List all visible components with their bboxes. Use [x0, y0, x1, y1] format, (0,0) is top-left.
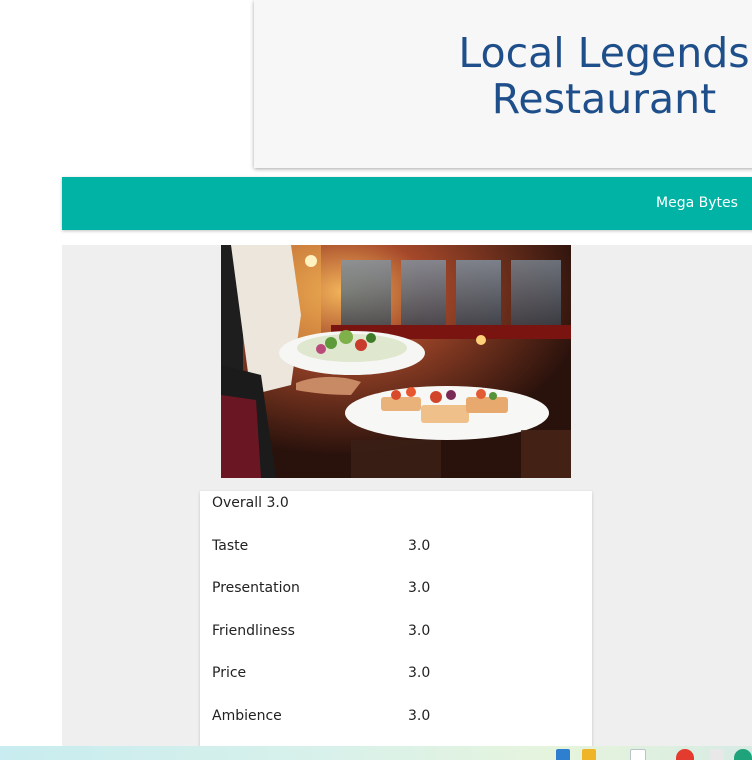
restaurant-photo: [221, 245, 571, 478]
rating-label: Price: [212, 665, 247, 681]
page-title: Local Legends Restaurant: [254, 30, 752, 122]
rating-value: 3.0: [408, 623, 431, 639]
ratings-card: Overall 3.0 Taste 3.0 Presentation 3.0 F…: [200, 491, 592, 760]
tray-app-icon[interactable]: [734, 749, 752, 760]
title-line-1: Local Legends: [458, 29, 750, 77]
rating-row-presentation: Presentation 3.0: [212, 580, 582, 598]
rating-label: Taste: [212, 538, 249, 554]
rating-value: 3.0: [408, 538, 431, 554]
rating-row-taste: Taste 3.0: [212, 538, 582, 556]
rating-row-ambience: Ambience 3.0: [212, 708, 582, 726]
nav-link-mega-bytes[interactable]: Mega Bytes: [656, 195, 738, 212]
title-card: Local Legends Restaurant: [254, 0, 752, 168]
title-line-2: Restaurant: [491, 75, 717, 123]
rating-value: 3.0: [408, 665, 431, 681]
navbar: Mega Bytes: [62, 177, 752, 230]
rating-label: Presentation: [212, 580, 300, 596]
rating-value: 3.0: [408, 708, 431, 724]
rating-label: Ambience: [212, 708, 282, 724]
taskbar: [0, 746, 752, 760]
tray-app-icon[interactable]: [556, 749, 570, 760]
rating-label: Friendliness: [212, 623, 295, 639]
page: Local Legends Restaurant Mega Bytes Over…: [0, 0, 752, 760]
rating-row-price: Price 3.0: [212, 665, 582, 683]
overall-rating: Overall 3.0: [212, 495, 289, 511]
rating-value: 3.0: [408, 580, 431, 596]
content-area: Overall 3.0 Taste 3.0 Presentation 3.0 F…: [62, 245, 752, 760]
restaurant-photo-image: [221, 245, 571, 478]
tray-app-icon[interactable]: [676, 749, 694, 760]
tray-app-icon[interactable]: [710, 749, 724, 760]
rating-row-friendliness: Friendliness 3.0: [212, 623, 582, 641]
tray-app-icon[interactable]: [582, 749, 596, 760]
tray-app-icon[interactable]: [630, 749, 646, 760]
